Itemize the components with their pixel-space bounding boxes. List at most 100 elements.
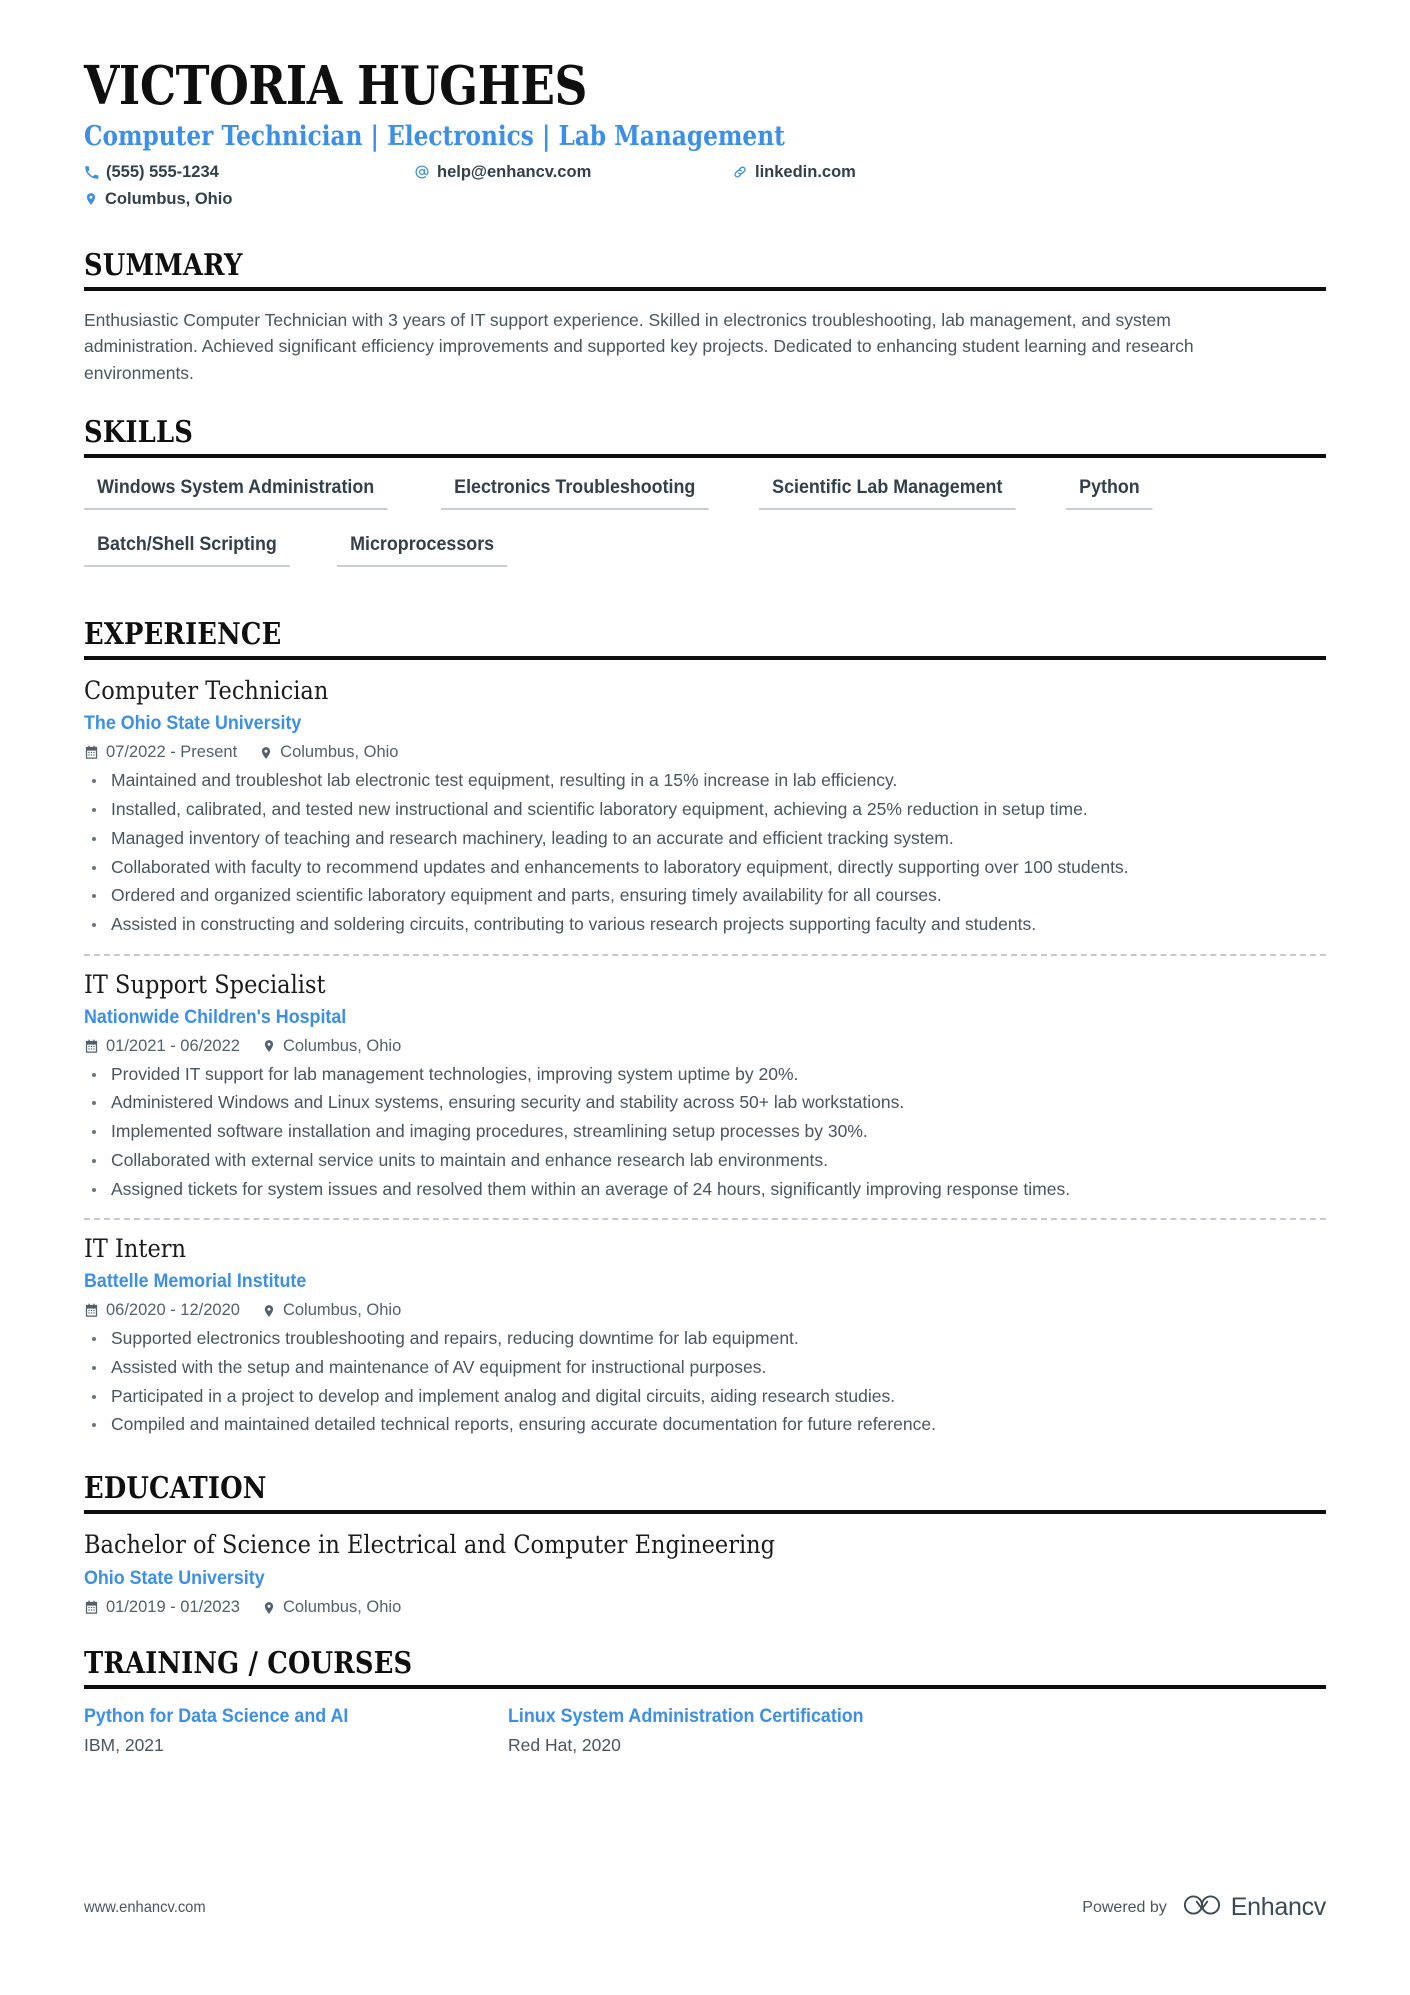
entry-dates-text: 06/2020 - 12/2020	[106, 1301, 240, 1320]
phone-icon	[84, 165, 99, 180]
calendar-icon	[84, 1303, 99, 1318]
calendar-icon	[84, 1039, 99, 1054]
entry-dates-text: 01/2019 - 01/2023	[106, 1598, 240, 1617]
contact-email-text: help@enhancv.com	[437, 162, 592, 181]
contact-linkedin-text: linkedin.com	[755, 162, 856, 181]
section-divider	[84, 454, 1326, 459]
job-bullet: Collaborated with external service units…	[84, 1148, 1264, 1174]
job-bullets: Provided IT support for lab management t…	[84, 1062, 1326, 1203]
section-title-summary: SUMMARY	[84, 247, 243, 283]
section-title-skills: SKILLS	[84, 415, 194, 451]
section-title-education: EDUCATION	[84, 1471, 267, 1507]
entry-dates-text: 01/2021 - 06/2022	[106, 1036, 240, 1055]
entry-dates: 01/2019 - 01/2023	[84, 1598, 240, 1617]
job-bullets: Supported electronics troubleshooting an…	[84, 1326, 1326, 1438]
entry-location-text: Columbus, Ohio	[280, 743, 399, 762]
section-training: TRAINING / COURSES Python for Data Scien…	[84, 1647, 1326, 1756]
course-name[interactable]: Linux System Administration Certificatio…	[508, 1705, 907, 1729]
skill-chip: Python	[1066, 474, 1154, 511]
section-summary: SUMMARY Enthusiastic Computer Technician…	[84, 249, 1326, 387]
entry-separator	[84, 1218, 1326, 1221]
resume-page: VICTORIA HUGHES Computer Technician | El…	[0, 0, 1410, 1995]
footer-url[interactable]: www.enhancv.com	[84, 1899, 206, 1917]
job-company[interactable]: Battelle Memorial Institute	[84, 1271, 1251, 1293]
job-company[interactable]: The Ohio State University	[84, 713, 1251, 735]
education-list: Bachelor of Science in Electrical and Co…	[84, 1530, 1326, 1617]
contact-details: (555) 555-1234 help@enhancv.com linkedin…	[84, 163, 1326, 219]
footer-brand: Powered by Enhancv	[1082, 1892, 1326, 1923]
skill-chip: Batch/Shell Scripting	[84, 531, 290, 568]
entry-location: Columbus, Ohio	[262, 1598, 401, 1617]
enhancv-wordmark: Enhancv	[1230, 1893, 1327, 1921]
page-footer: www.enhancv.com Powered by Enhancv	[84, 1892, 1326, 1923]
section-divider	[84, 286, 1326, 291]
job-bullet: Administered Windows and Linux systems, …	[84, 1090, 1264, 1116]
contact-linkedin[interactable]: linkedin.com	[732, 163, 856, 182]
entry-meta: 01/2019 - 01/2023 Columbus, Ohio	[84, 1598, 1326, 1617]
job-title: IT Support Specialist	[84, 969, 326, 999]
entry-meta: 07/2022 - Present Columbus, Ohio	[84, 743, 1326, 762]
page-title: VICTORIA HUGHES	[84, 55, 588, 117]
job-bullets: Maintained and troubleshot lab electroni…	[84, 768, 1326, 937]
entry-dates-text: 07/2022 - Present	[106, 743, 238, 762]
skills-list: Windows System Administration Electronics…	[84, 474, 1326, 588]
job-bullet: Implemented software installation and im…	[84, 1119, 1264, 1145]
entry-location-text: Columbus, Ohio	[282, 1036, 402, 1055]
job-title: IT Intern	[84, 1234, 187, 1264]
job-bullet: Provided IT support for lab management t…	[84, 1062, 1264, 1088]
course-provider: Red Hat, 2020	[508, 1735, 621, 1756]
job-bullet: Maintained and troubleshot lab electroni…	[84, 768, 1264, 794]
resume-header: VICTORIA HUGHES Computer Technician | El…	[84, 58, 1326, 219]
section-skills: SKILLS Windows System Administration Elec…	[84, 416, 1326, 588]
location-pin-icon	[262, 1303, 276, 1319]
enhancv-mark-icon	[1183, 1892, 1221, 1923]
job-bullet: Assigned tickets for system issues and r…	[84, 1177, 1264, 1203]
entry-separator	[84, 953, 1326, 956]
section-title-training: TRAINING / COURSES	[84, 1646, 413, 1682]
entry-dates: 07/2022 - Present	[84, 743, 237, 762]
skill-chip: Windows System Administration	[84, 474, 388, 511]
professional-headline: Computer Technician | Electronics | Lab …	[84, 121, 785, 153]
course-provider: IBM, 2021	[84, 1735, 164, 1756]
location-pin-icon	[259, 745, 273, 761]
experience-entry: IT Support Specialist Nationwide Children…	[84, 970, 1326, 1207]
link-icon	[732, 164, 748, 180]
job-company[interactable]: Nationwide Children's Hospital	[84, 1007, 1251, 1029]
job-bullet: Supported electronics troubleshooting an…	[84, 1326, 1264, 1352]
course-name[interactable]: Python for Data Science and AI	[84, 1705, 483, 1729]
summary-paragraph: Enthusiastic Computer Technician with 3 …	[84, 309, 1194, 383]
education-school[interactable]: Ohio State University	[84, 1568, 1251, 1590]
section-divider	[84, 656, 1326, 661]
contact-location: Columbus, Ohio	[84, 190, 232, 209]
entry-dates: 01/2021 - 06/2022	[84, 1037, 240, 1056]
entry-location: Columbus, Ohio	[259, 743, 398, 762]
skill-chip: Microprocessors	[337, 531, 508, 568]
job-bullet: Installed, calibrated, and tested new in…	[84, 797, 1264, 823]
job-title: Computer Technician	[84, 676, 329, 706]
contact-phone[interactable]: (555) 555-1234	[84, 163, 219, 182]
enhancv-logo: Enhancv	[1183, 1892, 1326, 1923]
job-bullet: Assisted with the setup and maintenance …	[84, 1355, 1264, 1381]
skill-chip: Scientific Lab Management	[759, 474, 1016, 511]
contact-phone-text: (555) 555-1234	[106, 162, 219, 181]
entry-location-text: Columbus, Ohio	[282, 1598, 402, 1617]
courses-list: Python for Data Science and AI IBM, 2021 L…	[84, 1705, 1326, 1756]
location-pin-icon	[84, 191, 98, 207]
education-degree: Bachelor of Science in Electrical and Co…	[84, 1530, 776, 1560]
job-bullet: Ordered and organized scientific laborat…	[84, 883, 1264, 909]
job-bullet: Participated in a project to develop and…	[84, 1384, 1264, 1410]
entry-location: Columbus, Ohio	[262, 1301, 401, 1320]
job-bullet: Assisted in constructing and soldering c…	[84, 912, 1264, 938]
entry-meta: 06/2020 - 12/2020 Columbus, Ohio	[84, 1301, 1326, 1320]
experience-list: Computer Technician The Ohio State Univer…	[84, 676, 1326, 1442]
course-entry: Linux System Administration Certificatio…	[508, 1705, 932, 1756]
location-pin-icon	[262, 1600, 276, 1616]
location-pin-icon	[262, 1038, 276, 1054]
section-education: EDUCATION Bachelor of Science in Electri…	[84, 1472, 1326, 1617]
calendar-icon	[84, 745, 99, 760]
entry-dates: 06/2020 - 12/2020	[84, 1301, 240, 1320]
calendar-icon	[84, 1600, 99, 1615]
contact-email[interactable]: help@enhancv.com	[414, 163, 591, 182]
job-bullet: Collaborated with faculty to recommend u…	[84, 855, 1264, 881]
course-entry: Python for Data Science and AI IBM, 2021	[84, 1705, 508, 1756]
